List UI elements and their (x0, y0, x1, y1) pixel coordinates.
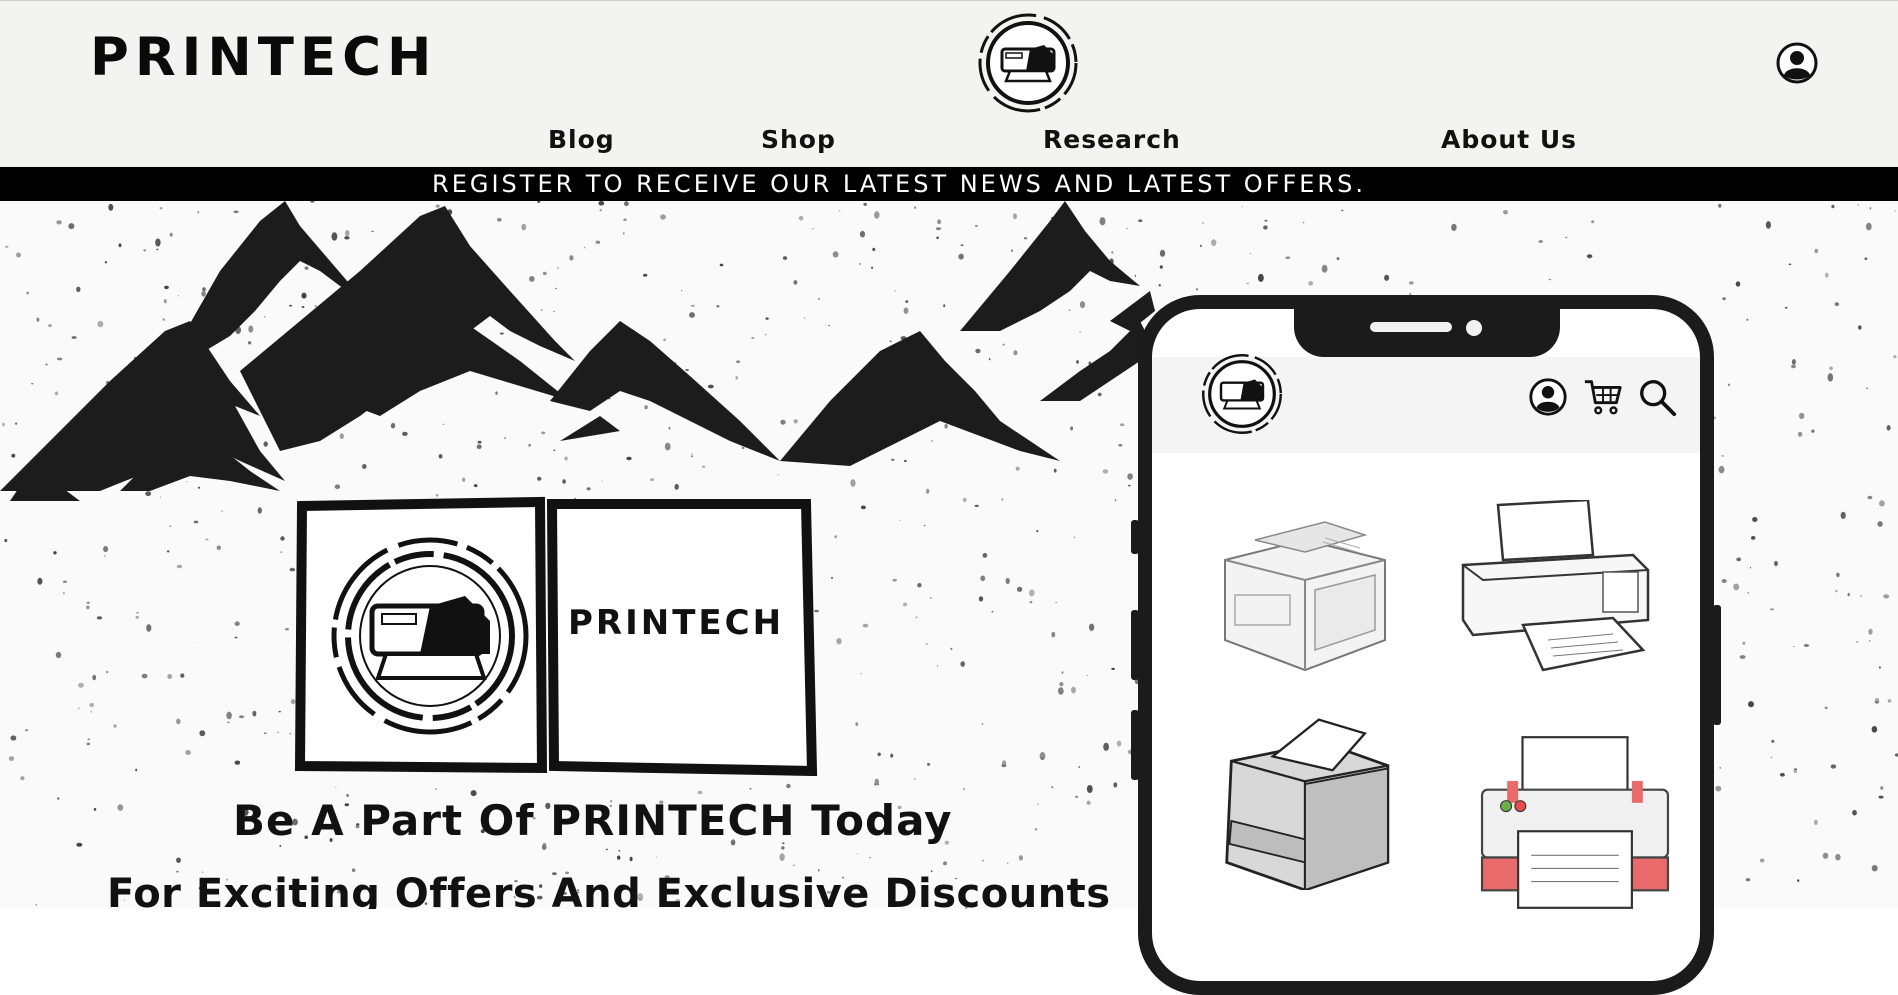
site-header: PRINTECH Blog Shop Research About Us (0, 0, 1898, 168)
nav-research[interactable]: Research (1043, 125, 1181, 154)
nav-about-us[interactable]: About Us (1441, 125, 1577, 154)
promo-banner[interactable]: REGISTER TO RECEIVE OUR LATEST NEWS AND … (0, 167, 1898, 201)
printer-logo-icon[interactable] (1200, 352, 1284, 436)
hero-box-logo-text: PRINTECH (568, 603, 785, 643)
shopping-cart-icon[interactable] (1582, 376, 1624, 418)
hero-tagline-primary: Be A Part Of PRINTECH Today (233, 796, 953, 845)
phone-power-button (1713, 605, 1721, 725)
promo-text: REGISTER TO RECEIVE OUR LATEST NEWS AND … (432, 170, 1366, 198)
brand-wordmark[interactable]: PRINTECH (90, 27, 437, 88)
product-laser-printer[interactable] (1205, 500, 1405, 675)
product-office-printer[interactable] (1205, 715, 1405, 890)
user-account-icon[interactable] (1775, 41, 1819, 85)
nav-blog[interactable]: Blog (548, 125, 615, 154)
product-inkjet-printer[interactable] (1453, 500, 1653, 675)
phone-camera (1466, 320, 1482, 336)
printer-logo-icon[interactable] (976, 11, 1080, 115)
search-icon[interactable] (1636, 376, 1678, 418)
hero-tagline-secondary: For Exciting Offers And Exclusive Discou… (107, 871, 1111, 909)
product-color-printer[interactable] (1475, 735, 1675, 910)
phone-speaker (1370, 322, 1452, 332)
nav-shop[interactable]: Shop (761, 125, 836, 154)
user-account-icon[interactable] (1527, 376, 1569, 418)
